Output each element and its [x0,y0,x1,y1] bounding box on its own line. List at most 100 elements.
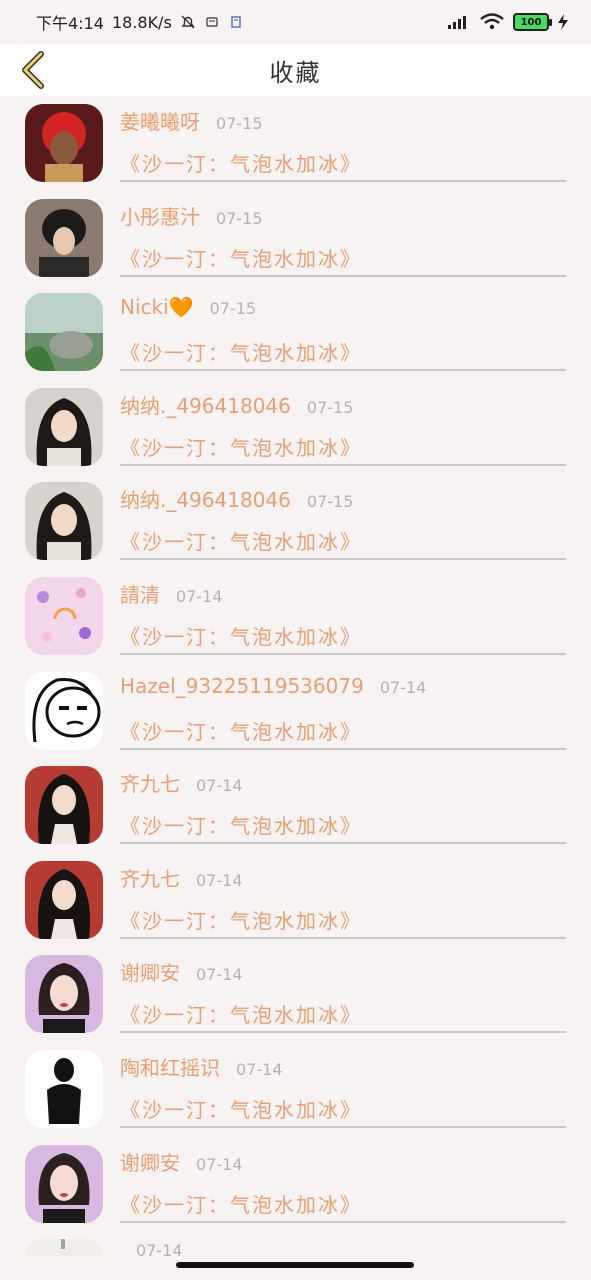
song-title[interactable]: 《沙一汀：气泡水加冰》 [120,337,362,366]
item-meta: 齐九七 07-14 [120,863,243,892]
list-item[interactable]: 齐九七 07-14 《沙一汀：气泡水加冰》 [0,853,591,948]
divider [120,180,566,182]
avatar-red-hair-icon[interactable] [25,104,103,182]
user-name[interactable]: 纳纳._496418046 [120,390,291,419]
item-date: 07-15 [216,114,263,133]
item-meta: 姜曦曦呀 07-15 [120,106,263,135]
item-date: 07-14 [136,1241,183,1256]
avatar-woman-purple-icon[interactable] [25,955,103,1034]
divider [120,652,566,655]
item-date: 07-14 [196,776,243,796]
list-item[interactable]: 纳纳._496418046 07-15 《沙一汀：气泡水加冰》 [0,474,591,569]
song-title[interactable]: 《沙一汀：气泡水加冰》 [120,621,362,650]
app-notification-icon [231,16,241,28]
song-title[interactable]: 《沙一汀：气泡水加冰》 [120,148,362,177]
divider [120,274,566,277]
item-date: 07-15 [216,208,263,228]
back-button[interactable] [14,50,54,90]
page-title: 收藏 [269,58,322,87]
song-title[interactable]: 《沙一汀：气泡水加冰》 [120,526,362,555]
battery-icon: 100 [513,13,552,31]
item-date: 07-14 [196,965,243,985]
avatar-woman-purple-icon[interactable] [25,1144,103,1223]
song-title[interactable]: 《沙一汀：气泡水加冰》 [120,810,362,839]
avatar-black-figure-icon[interactable] [25,1049,103,1128]
divider [120,747,566,750]
user-name[interactable]: 谢卿安 [120,957,180,986]
item-meta: 陶和红摇识 07-14 [120,1052,283,1081]
avatar-dark-hair-icon[interactable] [25,198,103,277]
avatar-cartoon-face-icon[interactable] [25,671,103,750]
list-item[interactable]: 請清 07-14 《沙一汀：气泡水加冰》 [0,569,591,664]
charging-icon [558,14,568,30]
user-name[interactable]: 姜曦曦呀 [120,106,200,135]
user-name[interactable]: Nicki🧡 [120,295,194,319]
divider [120,1220,566,1223]
user-name[interactable]: 齐九七 [120,768,180,797]
song-title[interactable]: 《沙一汀：气泡水加冰》 [120,905,362,934]
song-title[interactable]: 《沙一汀：气泡水加冰》 [120,999,362,1028]
avatar-green-nature-icon[interactable] [25,293,103,372]
item-meta: 谢卿安 07-14 [120,957,243,986]
divider [120,842,566,845]
item-date: 07-15 [209,299,257,319]
divider [120,463,566,466]
list-item[interactable]: 小彤惠汁 07-15 《沙一汀：气泡水加冰》 [0,191,591,286]
item-meta: 齐九七 07-14 [120,768,243,797]
item-date: 07-14 [196,1154,243,1174]
item-meta: 谢卿安 07-14 [120,1147,243,1176]
item-meta: 纳纳._496418046 07-15 [120,484,353,513]
list-item[interactable]: 谢卿安 07-14 《沙一汀：气泡水加冰》 [0,947,591,1042]
status-bar: 下午4:14 18.8K/s 100 [0,0,591,44]
song-title[interactable]: 《沙一汀：气泡水加冰》 [120,1189,362,1218]
item-meta: 小彤惠汁 07-15 [120,201,263,230]
avatar-girl-long-hair-icon[interactable] [25,387,103,466]
avatar-girl-long-hair-icon[interactable] [25,482,103,561]
item-date: 07-14 [196,870,243,890]
wifi-icon [480,13,504,30]
song-title[interactable]: 《沙一汀：气泡水加冰》 [120,716,362,745]
item-date: 07-14 [176,586,223,606]
song-title[interactable]: 《沙一汀：气泡水加冰》 [120,243,362,272]
nav-bar: 收藏 [0,44,591,96]
list-item[interactable]: Nicki🧡 07-15 《沙一汀：气泡水加冰》 [0,285,591,380]
user-name[interactable]: 小彤惠汁 [120,201,200,230]
item-date: 07-14 [379,677,427,697]
user-name[interactable]: 谢卿安 [120,1147,180,1176]
avatar-partial-icon[interactable] [25,1239,103,1256]
list-item[interactable]: 姜曦曦呀 07-15 《沙一汀：气泡水加冰》 [0,96,591,191]
avatar-girl-red-icon[interactable] [25,766,103,845]
divider [120,558,566,561]
list-item[interactable]: 谢卿安 07-14 《沙一汀：气泡水加冰》 [0,1137,591,1232]
item-meta: Hazel_93225119536079 07-14 [120,674,426,698]
user-name[interactable]: 請清 [120,579,160,608]
divider [120,1125,566,1128]
user-name[interactable]: 纳纳._496418046 [120,484,291,513]
item-meta: Nicki🧡 07-15 [120,295,256,319]
list-item[interactable]: 齐九七 07-14 《沙一汀：气泡水加冰》 [0,758,591,853]
list-item[interactable]: Hazel_93225119536079 07-14 《沙一汀：气泡水加冰》 [0,664,591,759]
home-indicator[interactable] [176,1262,414,1268]
user-name[interactable]: 陶和红摇识 [120,1052,220,1081]
notification-icon [206,17,218,27]
alarm-off-icon [181,15,195,29]
signal-icon [448,16,466,29]
status-right: 100 [447,13,569,31]
list-item[interactable]: 纳纳._496418046 07-15 《沙一汀：气泡水加冰》 [0,380,591,475]
user-name[interactable]: 齐九七 [120,863,180,892]
item-date: 07-14 [236,1059,283,1079]
avatar-pink-pattern-icon[interactable] [25,576,103,655]
item-meta: 07-14 [120,1241,183,1256]
song-title[interactable]: 《沙一汀：气泡水加冰》 [120,432,362,461]
favorites-list: 姜曦曦呀 07-15 《沙一汀：气泡水加冰》 小彤惠汁 07-15 《沙一汀：气泡水加冰》… [0,96,591,1256]
item-meta: 請清 07-14 [120,579,223,608]
list-item[interactable]: 07-14 [0,1231,591,1256]
avatar-girl-red-icon[interactable] [25,860,103,939]
list-item[interactable]: 陶和红摇识 07-14 《沙一汀：气泡水加冰》 [0,1042,591,1137]
user-name[interactable]: Hazel_93225119536079 [120,674,364,698]
divider [120,936,566,939]
status-time: 下午4:14 [36,14,104,33]
item-date: 07-15 [306,492,354,512]
song-title[interactable]: 《沙一汀：气泡水加冰》 [120,1094,362,1123]
divider [120,1031,566,1034]
